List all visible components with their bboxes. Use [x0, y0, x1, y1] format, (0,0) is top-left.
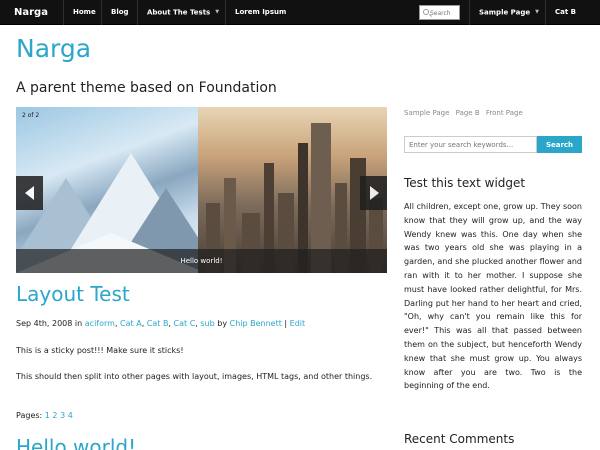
category-link[interactable]: aciform: [85, 319, 115, 328]
text-widget-body: All children, except one, grow up. They …: [404, 202, 582, 391]
author-link[interactable]: Chip Bennett: [230, 319, 282, 328]
slider-prev-button[interactable]: [16, 176, 43, 210]
nav-item-cat-b[interactable]: Cat B: [545, 0, 585, 25]
nav-item-sample-page[interactable]: Sample Page ▼: [469, 0, 548, 25]
brand-link[interactable]: Narga: [14, 0, 48, 25]
slider-next-button[interactable]: [360, 176, 387, 210]
text-widget-title: Test this text widget: [404, 176, 526, 190]
pages-label: Pages:: [16, 411, 43, 420]
page-link[interactable]: 1: [45, 411, 50, 420]
meta-in-label: in: [74, 319, 83, 328]
category-link[interactable]: Cat C: [174, 319, 196, 328]
post-date: Sep 4th, 2008: [16, 319, 73, 328]
meta-by-label: by: [217, 319, 228, 328]
slide-counter: 2 of 2: [22, 112, 40, 119]
arrow-right-icon: [370, 186, 379, 200]
next-post-title[interactable]: Hello world!: [16, 435, 136, 450]
sidebar-search-input[interactable]: [404, 136, 537, 153]
sidebar-search-button[interactable]: Search: [537, 136, 582, 153]
nav-item-label: Cat B: [555, 8, 576, 16]
post-sticky-text: This is a sticky post!!! Make sure it st…: [16, 346, 184, 355]
arrow-left-icon: [25, 186, 34, 200]
top-navigation-bar: Narga Home Blog About The Tests ▼ Lorem I…: [0, 0, 600, 25]
page-link[interactable]: 4: [68, 411, 73, 420]
site-tagline: A parent theme based on Foundation: [16, 80, 277, 96]
nav-item-lorem-ipsum[interactable]: Lorem Ipsum: [225, 0, 295, 25]
chevron-down-icon: ▼: [215, 9, 220, 15]
category-link[interactable]: sub: [200, 319, 214, 328]
sidebar-link[interactable]: Sample Page: [404, 109, 449, 117]
post-meta: Sep 4th, 2008 in aciform, Cat A, Cat B, …: [16, 319, 306, 328]
slide-caption[interactable]: Hello world!: [16, 249, 387, 273]
post-title[interactable]: Layout Test: [16, 282, 130, 306]
post-pagination: Pages: 1 2 3 4: [16, 411, 73, 420]
sidebar-link[interactable]: Page B: [456, 109, 480, 117]
sidebar-link[interactable]: Front Page: [486, 109, 523, 117]
page-link[interactable]: 2: [52, 411, 57, 420]
category-link[interactable]: Cat A: [120, 319, 142, 328]
nav-item-label: About The Tests: [147, 8, 211, 17]
search-icon: [423, 9, 429, 15]
post-body-text: This should then split into other pages …: [16, 372, 373, 381]
nav-search-input[interactable]: [430, 8, 460, 18]
nav-item-blog[interactable]: Blog: [101, 0, 138, 25]
nav-item-label: Home: [73, 8, 96, 16]
nav-item-label: Sample Page: [479, 8, 531, 17]
nav-item-label: Lorem Ipsum: [235, 8, 287, 16]
chevron-down-icon: ▼: [535, 9, 539, 15]
site-title[interactable]: Narga: [16, 34, 91, 63]
page-link[interactable]: 3: [60, 411, 65, 420]
image-slider: 2 of 2 Hello world!: [16, 107, 387, 273]
sidebar-page-links: Sample Page Page B Front Page: [404, 109, 527, 117]
edit-link[interactable]: Edit: [290, 319, 306, 328]
category-link[interactable]: Cat B: [147, 319, 169, 328]
nav-search-box[interactable]: [419, 5, 460, 20]
recent-comments-title: Recent Comments: [404, 432, 515, 446]
nav-item-home[interactable]: Home: [63, 0, 105, 25]
nav-item-about-the-tests[interactable]: About The Tests ▼: [137, 0, 228, 25]
nav-item-label: Blog: [111, 8, 129, 16]
